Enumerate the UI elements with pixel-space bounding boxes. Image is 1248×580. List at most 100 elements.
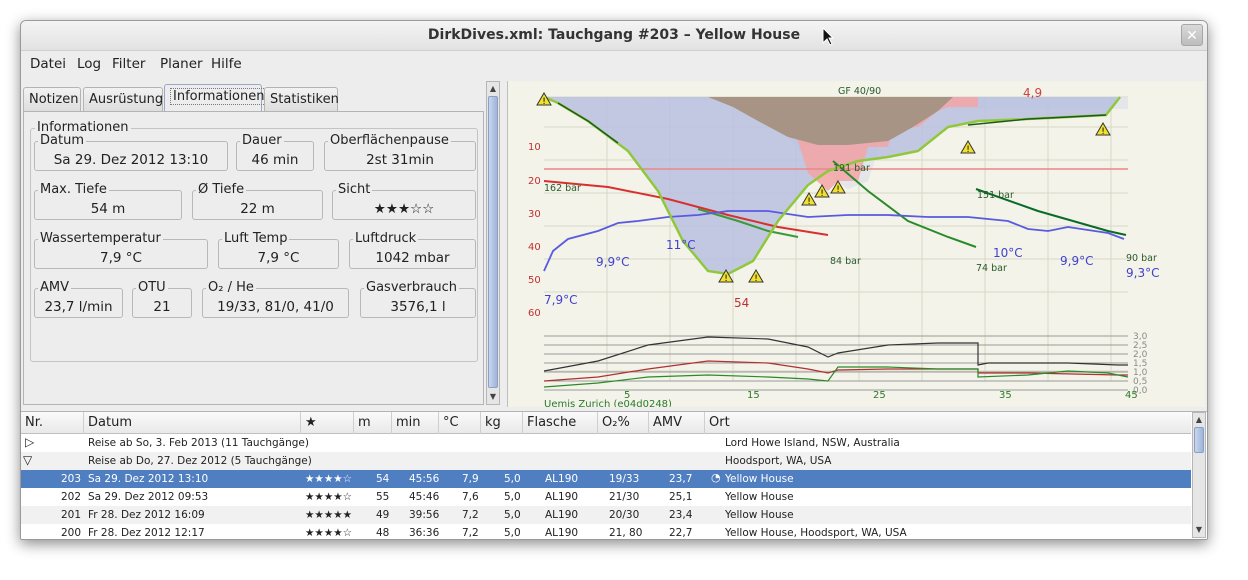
tab-ausruestung[interactable]: Ausrüstung [83, 87, 163, 113]
dive-row[interactable]: 202 Sa 29. Dez 2012 09:53 ★★★★☆ 55 45:46… [21, 488, 1191, 506]
svg-text:!: ! [807, 197, 811, 207]
scroll-up-icon[interactable]: ▲ [1193, 414, 1205, 426]
dive-profile[interactable]: ! ! ! ! ! ! ! ! 10 20 30 40 50 60 5 15 2… [507, 81, 1205, 410]
column-header-rating[interactable]: ★ [301, 412, 354, 434]
dive-depth: 48 [376, 527, 390, 538]
bar-label: 162 bar [544, 183, 581, 194]
tab-statistiken[interactable]: Statistiken [264, 87, 339, 113]
menu-hilfe[interactable]: Hilfe [211, 56, 242, 72]
column-header-location[interactable]: Ort [705, 412, 1191, 434]
menu-bar: Datei Log Filter Planer Hilfe [21, 51, 1207, 77]
pause-field: Oberflächenpause 2st 31min [324, 133, 476, 171]
dive-duration: 45:56 [409, 473, 440, 485]
tab-label: Informationen [170, 88, 268, 105]
column-header-sac[interactable]: AMV [649, 412, 705, 434]
dive-row[interactable]: 203 Sa 29. Dez 2012 13:10 ★★★★☆ 54 45:56… [21, 470, 1191, 488]
collapse-triangle-icon[interactable]: ▽ [23, 453, 32, 467]
gasverbrauch-field: Gasverbrauch 3576,1 l [360, 280, 476, 318]
depth-tick: 10 [528, 142, 541, 153]
scroll-down-icon[interactable]: ▼ [487, 391, 499, 403]
svg-text:!: ! [542, 97, 546, 107]
dive-temp: 7,2 [462, 527, 479, 538]
tab-bar: Notizen Ausrüstung Informationen Statist… [23, 84, 500, 114]
title-bar[interactable]: DirkDives.xml: Tauchgang #203 – Yellow H… [21, 21, 1207, 51]
warning-icon[interactable]: ! [748, 269, 764, 284]
expand-triangle-icon[interactable]: ▷ [25, 435, 34, 449]
field-value: 3576,1 l [390, 299, 446, 315]
scroll-down-icon[interactable]: ▼ [1193, 524, 1205, 536]
field-value: Sa 29. Dez 2012 13:10 [53, 152, 209, 168]
column-header-datum[interactable]: Datum [84, 412, 301, 434]
trip-row[interactable]: ▷ Reise ab So, 3. Feb 2013 (11 Tauchgäng… [21, 434, 1191, 452]
column-header-depth[interactable]: m [354, 412, 392, 434]
dive-temp: 7,2 [462, 509, 479, 521]
scroll-handle[interactable] [488, 96, 498, 388]
column-header-weight[interactable]: kg [481, 412, 523, 434]
dive-list-header: Nr. Datum ★ m min °C kg Flasche O₂% AMV … [21, 412, 1191, 434]
svg-text:!: ! [820, 189, 824, 199]
trip-row[interactable]: ▽ Reise ab Do, 27. Dez 2012 (5 Tauchgäng… [21, 452, 1191, 470]
dive-row[interactable]: 200 Fr 28. Dez 2012 12:17 ★★★★☆ 48 36:36… [21, 524, 1191, 538]
field-label: Wassertemperatur [38, 231, 163, 246]
column-header-nr[interactable]: Nr. [21, 412, 84, 434]
menu-datei[interactable]: Datei [30, 56, 66, 72]
column-header-o2[interactable]: O₂% [598, 412, 649, 434]
dive-location: Yellow House, Hoodsport, WA, USA [725, 527, 907, 538]
dive-nr: 200 [61, 527, 82, 538]
warning-icon[interactable]: ! [801, 192, 817, 207]
dive-list: Nr. Datum ★ m min °C kg Flasche O₂% AMV … [21, 411, 1207, 539]
depth-tick: 50 [528, 275, 541, 286]
close-button[interactable]: ✕ [1181, 24, 1203, 46]
field-label: Ø Tiefe [196, 182, 247, 197]
dive-date: Fr 28. Dez 2012 16:09 [88, 509, 205, 521]
field-label: O₂ / He [206, 280, 256, 295]
dive-weight: 5,0 [504, 527, 521, 538]
dive-sac: 23,4 [669, 509, 693, 521]
dive-temp: 7,6 [462, 491, 479, 503]
menu-filter[interactable]: Filter [112, 56, 145, 72]
warning-icon[interactable]: ! [960, 140, 976, 155]
ceiling-label: 4,9 [1023, 86, 1042, 100]
dive-depth: 54 [376, 473, 390, 485]
gas-field: O₂ / He 19/33, 81/0, 41/0 [202, 280, 349, 318]
tab-notizen[interactable]: Notizen [23, 87, 81, 113]
dive-date: Sa 29. Dez 2012 13:10 [88, 473, 209, 485]
bar-label: 90 bar [1126, 253, 1157, 264]
dauer-field: Dauer 46 min [236, 133, 314, 171]
avg-tiefe-field: Ø Tiefe 22 m [192, 182, 323, 220]
depth-axis: 10 20 30 40 50 60 [528, 142, 541, 319]
info-scrollbar[interactable]: ▲ ▼ [486, 81, 500, 405]
dive-list-scrollbar[interactable]: ▲ ▼ [1192, 412, 1206, 538]
dive-weight: 5,0 [504, 491, 521, 503]
scroll-up-icon[interactable]: ▲ [487, 83, 499, 95]
tab-informationen[interactable]: Informationen [164, 84, 268, 114]
dive-o2: 20/30 [609, 509, 640, 521]
bar-label: 151 bar [977, 190, 1014, 201]
temp-label: 10°C [993, 246, 1023, 260]
svg-text:!: ! [1101, 127, 1105, 137]
dive-duration: 39:56 [409, 509, 440, 521]
time-tick: 25 [873, 390, 886, 401]
menu-log[interactable]: Log [77, 56, 101, 72]
warning-icon[interactable]: ! [1095, 122, 1111, 137]
temp-label: 11°C [666, 238, 696, 252]
field-label: Luftdruck [353, 231, 419, 246]
column-header-duration[interactable]: min [392, 412, 439, 434]
sicht-field[interactable]: Sicht ★★★☆☆ [332, 182, 476, 220]
column-header-temp[interactable]: °C [439, 412, 481, 434]
pp-tick: 0,0 [1133, 386, 1148, 396]
scroll-handle[interactable] [1194, 427, 1204, 453]
dive-row[interactable]: 201 Fr 28. Dez 2012 16:09 ★★★★★ 49 39:56… [21, 506, 1191, 524]
dive-location: Yellow House [725, 509, 794, 521]
rating-stars[interactable]: ★★★☆☆ [333, 201, 475, 217]
bar-label: 191 bar [833, 163, 870, 174]
temp-label: 9,9°C [1060, 254, 1093, 268]
field-value: 21 [153, 299, 171, 315]
svg-text:!: ! [836, 185, 840, 195]
trip-label: Reise ab Do, 27. Dez 2012 (5 Tauchgänge) [88, 455, 312, 467]
trip-location: Lord Howe Island, NSW, Australia [725, 437, 900, 449]
column-header-cylinder[interactable]: Flasche [523, 412, 598, 434]
tab-label: Ausrüstung [89, 92, 164, 107]
menu-planer[interactable]: Planer [160, 56, 203, 72]
dive-nr: 201 [61, 509, 82, 521]
